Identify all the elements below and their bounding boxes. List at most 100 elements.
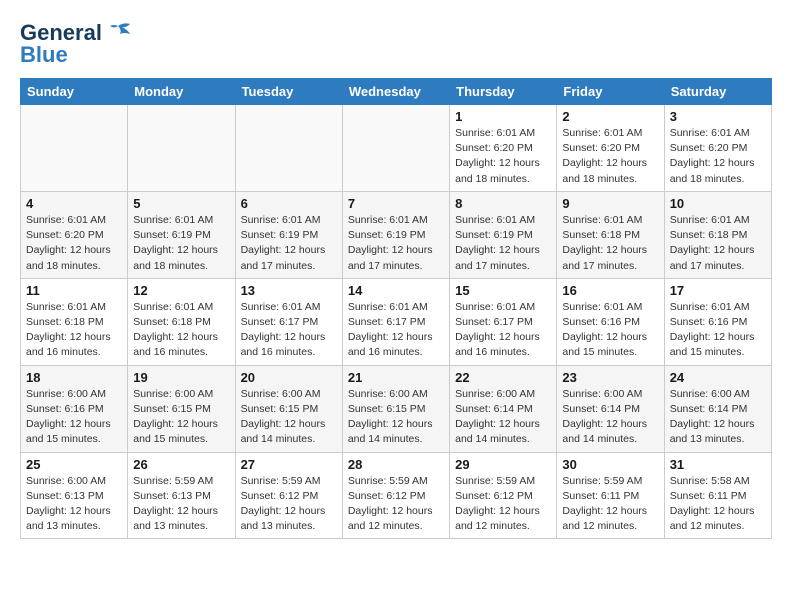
calendar-cell: 2 Sunrise: 6:01 AM Sunset: 6:20 PM Daylig… [557,105,664,192]
calendar-cell: 26 Sunrise: 5:59 AM Sunset: 6:13 PM Dayli… [128,452,235,539]
day-number: 31 [670,457,766,472]
day-detail: Sunrise: 6:01 AM Sunset: 6:19 PM Dayligh… [455,213,551,274]
weekday-header: Monday [128,79,235,105]
day-number: 7 [348,196,444,211]
calendar-week-row: 4 Sunrise: 6:01 AM Sunset: 6:20 PM Daylig… [21,191,772,278]
day-number: 12 [133,283,229,298]
day-detail: Sunrise: 6:01 AM Sunset: 6:20 PM Dayligh… [670,126,766,187]
day-number: 4 [26,196,122,211]
page-header: General Blue [20,20,772,68]
day-number: 17 [670,283,766,298]
day-detail: Sunrise: 6:01 AM Sunset: 6:20 PM Dayligh… [562,126,658,187]
day-detail: Sunrise: 6:00 AM Sunset: 6:14 PM Dayligh… [562,387,658,448]
calendar-cell: 30 Sunrise: 5:59 AM Sunset: 6:11 PM Dayli… [557,452,664,539]
day-number: 26 [133,457,229,472]
day-detail: Sunrise: 6:00 AM Sunset: 6:16 PM Dayligh… [26,387,122,448]
day-detail: Sunrise: 6:01 AM Sunset: 6:17 PM Dayligh… [241,300,337,361]
day-number: 30 [562,457,658,472]
day-number: 13 [241,283,337,298]
calendar-cell: 24 Sunrise: 6:00 AM Sunset: 6:14 PM Dayli… [664,365,771,452]
calendar-cell: 14 Sunrise: 6:01 AM Sunset: 6:17 PM Dayli… [342,278,449,365]
day-number: 6 [241,196,337,211]
calendar-table: SundayMondayTuesdayWednesdayThursdayFrid… [20,78,772,539]
calendar-cell: 5Sunrise: 6:01 AM Sunset: 6:19 PM Daylig… [128,191,235,278]
weekday-header: Thursday [450,79,557,105]
calendar-cell: 29 Sunrise: 5:59 AM Sunset: 6:12 PM Dayli… [450,452,557,539]
calendar-cell: 9 Sunrise: 6:01 AM Sunset: 6:18 PM Daylig… [557,191,664,278]
day-number: 1 [455,109,551,124]
logo: General Blue [20,20,132,68]
calendar-cell: 6Sunrise: 6:01 AM Sunset: 6:19 PM Daylig… [235,191,342,278]
day-detail: Sunrise: 5:59 AM Sunset: 6:13 PM Dayligh… [133,474,229,535]
day-number: 29 [455,457,551,472]
calendar-cell: 27 Sunrise: 5:59 AM Sunset: 6:12 PM Dayli… [235,452,342,539]
calendar-cell [21,105,128,192]
calendar-cell: 8 Sunrise: 6:01 AM Sunset: 6:19 PM Daylig… [450,191,557,278]
day-detail: Sunrise: 5:59 AM Sunset: 6:12 PM Dayligh… [348,474,444,535]
calendar-cell [342,105,449,192]
calendar-cell: 23 Sunrise: 6:00 AM Sunset: 6:14 PM Dayli… [557,365,664,452]
calendar-week-row: 25 Sunrise: 6:00 AM Sunset: 6:13 PM Dayli… [21,452,772,539]
day-number: 16 [562,283,658,298]
weekday-header: Wednesday [342,79,449,105]
day-detail: Sunrise: 6:01 AM Sunset: 6:18 PM Dayligh… [562,213,658,274]
day-detail: Sunrise: 6:01 AM Sunset: 6:18 PM Dayligh… [670,213,766,274]
calendar-cell: 16Sunrise: 6:01 AM Sunset: 6:16 PM Dayli… [557,278,664,365]
weekday-header: Sunday [21,79,128,105]
weekday-header: Tuesday [235,79,342,105]
day-number: 28 [348,457,444,472]
day-number: 19 [133,370,229,385]
day-detail: Sunrise: 6:01 AM Sunset: 6:18 PM Dayligh… [26,300,122,361]
day-detail: Sunrise: 6:01 AM Sunset: 6:17 PM Dayligh… [455,300,551,361]
day-number: 9 [562,196,658,211]
day-number: 14 [348,283,444,298]
day-number: 2 [562,109,658,124]
day-number: 27 [241,457,337,472]
day-detail: Sunrise: 5:59 AM Sunset: 6:11 PM Dayligh… [562,474,658,535]
calendar-cell [128,105,235,192]
day-detail: Sunrise: 6:01 AM Sunset: 6:19 PM Dayligh… [348,213,444,274]
calendar-week-row: 11 Sunrise: 6:01 AM Sunset: 6:18 PM Dayli… [21,278,772,365]
day-number: 11 [26,283,122,298]
day-number: 3 [670,109,766,124]
day-number: 15 [455,283,551,298]
calendar-cell: 15 Sunrise: 6:01 AM Sunset: 6:17 PM Dayli… [450,278,557,365]
calendar-cell: 22Sunrise: 6:00 AM Sunset: 6:14 PM Dayli… [450,365,557,452]
calendar-cell: 21Sunrise: 6:00 AM Sunset: 6:15 PM Dayli… [342,365,449,452]
day-number: 5 [133,196,229,211]
day-detail: Sunrise: 6:01 AM Sunset: 6:20 PM Dayligh… [26,213,122,274]
day-number: 8 [455,196,551,211]
day-detail: Sunrise: 6:00 AM Sunset: 6:14 PM Dayligh… [670,387,766,448]
calendar-cell: 11 Sunrise: 6:01 AM Sunset: 6:18 PM Dayli… [21,278,128,365]
calendar-cell: 31 Sunrise: 5:58 AM Sunset: 6:11 PM Dayli… [664,452,771,539]
day-detail: Sunrise: 6:00 AM Sunset: 6:15 PM Dayligh… [241,387,337,448]
day-detail: Sunrise: 5:59 AM Sunset: 6:12 PM Dayligh… [455,474,551,535]
weekday-header: Friday [557,79,664,105]
calendar-cell: 19Sunrise: 6:00 AM Sunset: 6:15 PM Dayli… [128,365,235,452]
day-number: 25 [26,457,122,472]
day-detail: Sunrise: 5:58 AM Sunset: 6:11 PM Dayligh… [670,474,766,535]
calendar-cell: 18 Sunrise: 6:00 AM Sunset: 6:16 PM Dayli… [21,365,128,452]
day-detail: Sunrise: 6:01 AM Sunset: 6:20 PM Dayligh… [455,126,551,187]
calendar-cell: 1 Sunrise: 6:01 AM Sunset: 6:20 PM Daylig… [450,105,557,192]
calendar-cell: 3 Sunrise: 6:01 AM Sunset: 6:20 PM Daylig… [664,105,771,192]
calendar-cell: 13 Sunrise: 6:01 AM Sunset: 6:17 PM Dayli… [235,278,342,365]
day-number: 23 [562,370,658,385]
calendar-cell: 4 Sunrise: 6:01 AM Sunset: 6:20 PM Daylig… [21,191,128,278]
day-number: 24 [670,370,766,385]
day-number: 18 [26,370,122,385]
day-detail: Sunrise: 6:00 AM Sunset: 6:13 PM Dayligh… [26,474,122,535]
logo-bird-icon [104,22,132,44]
calendar-cell: 17Sunrise: 6:01 AM Sunset: 6:16 PM Dayli… [664,278,771,365]
day-number: 20 [241,370,337,385]
day-number: 10 [670,196,766,211]
day-detail: Sunrise: 6:01 AM Sunset: 6:17 PM Dayligh… [348,300,444,361]
calendar-cell: 12 Sunrise: 6:01 AM Sunset: 6:18 PM Dayli… [128,278,235,365]
day-detail: Sunrise: 6:01 AM Sunset: 6:18 PM Dayligh… [133,300,229,361]
calendar-week-row: 1 Sunrise: 6:01 AM Sunset: 6:20 PM Daylig… [21,105,772,192]
day-number: 22 [455,370,551,385]
weekday-header: Saturday [664,79,771,105]
calendar-cell [235,105,342,192]
calendar-week-row: 18 Sunrise: 6:00 AM Sunset: 6:16 PM Dayli… [21,365,772,452]
day-detail: Sunrise: 5:59 AM Sunset: 6:12 PM Dayligh… [241,474,337,535]
